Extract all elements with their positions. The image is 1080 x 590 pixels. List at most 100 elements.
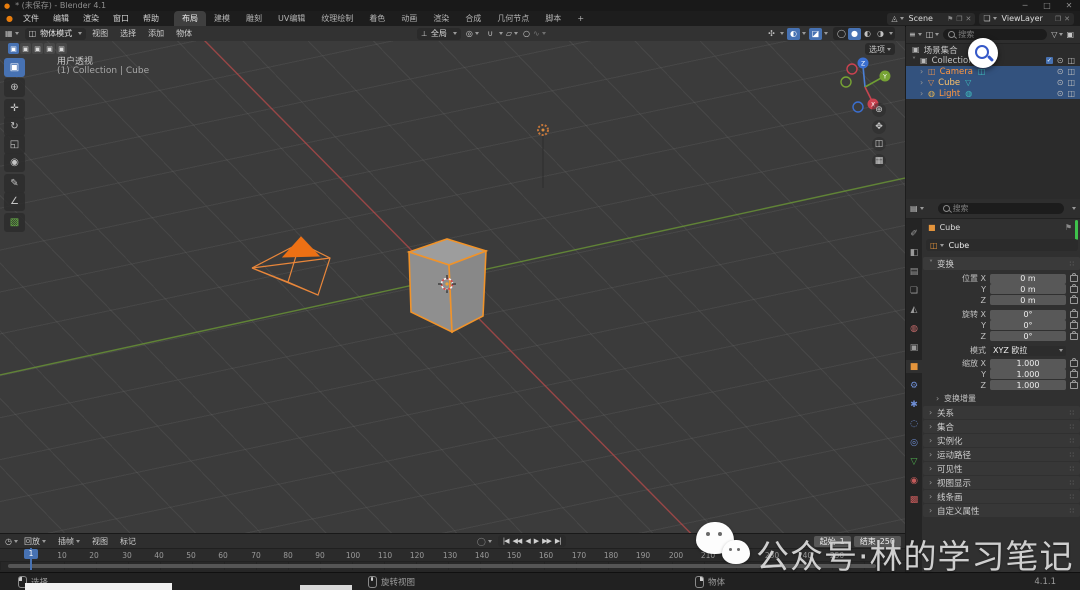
mode-selector[interactable]: ◫ 物体模式 <box>25 28 87 40</box>
tab-tool[interactable]: ✐ <box>906 227 922 240</box>
blender-menu-icon[interactable]: ● <box>6 14 13 23</box>
panel-viewport-display[interactable]: ›视图显示∷ <box>923 476 1080 489</box>
workspace-tab-layout[interactable]: 布局 <box>174 11 206 26</box>
viewport-canvas[interactable]: Z Y X ▣ ▣ ▣ ▣ ▣ 选项 用户透视 (1) Collection |… <box>0 41 905 533</box>
rotation-y-input[interactable]: 0° <box>990 320 1066 330</box>
rotation-mode-dropdown[interactable]: XYZ 欧拉 <box>990 346 1066 356</box>
tab-constraints[interactable]: ◎ <box>906 436 922 449</box>
snap-toggle[interactable]: ∪ <box>484 28 503 40</box>
camera-expand-arrow[interactable]: › <box>920 67 928 76</box>
panel-relations[interactable]: ›关系∷ <box>923 406 1080 419</box>
panel-collections[interactable]: ›集合∷ <box>923 420 1080 433</box>
workspace-tab-animation[interactable]: 动画 <box>393 11 425 26</box>
scene-pin-icon[interactable]: ⚑ <box>947 15 953 23</box>
camera-hide-eye-icon[interactable]: ⊙ <box>1057 67 1064 76</box>
location-x-input[interactable]: 0 m <box>990 274 1066 284</box>
tool-annotate[interactable]: ✎ <box>4 174 25 193</box>
tab-material[interactable]: ◉ <box>906 474 922 487</box>
jump-to-start-button[interactable]: |◀ <box>501 537 511 545</box>
timeline-ruler[interactable]: 10 20 30 40 50 60 70 80 90 100 110 120 1… <box>0 549 905 562</box>
select-mode-extend[interactable]: ▣ <box>20 43 31 54</box>
tool-measure[interactable]: ∠ <box>4 192 25 211</box>
tool-add-cube[interactable]: ▧ <box>4 213 25 232</box>
close-button[interactable]: ✕ <box>1058 1 1080 10</box>
gizmo-z-neg[interactable] <box>853 102 863 112</box>
select-mode-set[interactable]: ▣ <box>8 43 19 54</box>
outliner-search-input[interactable]: 搜索 <box>943 29 1047 40</box>
cube-expand-arrow[interactable]: › <box>920 78 928 87</box>
tab-object[interactable]: ■ <box>906 360 922 373</box>
frame-end-field[interactable]: 结束 250 <box>854 536 901 547</box>
workspace-tab-compositing[interactable]: 合成 <box>457 11 489 26</box>
cube-render-icon[interactable]: ◫ <box>1067 78 1075 87</box>
editor-type-icon[interactable]: ▦ <box>5 29 19 38</box>
viewlayer-selector[interactable]: ❏ ViewLayer ❐ ✕ <box>979 13 1074 25</box>
outliner-filter-object[interactable]: ◫ <box>926 30 940 39</box>
tool-scale[interactable]: ◱ <box>4 135 25 154</box>
current-frame-badge[interactable]: 1 <box>24 549 38 559</box>
menu-select[interactable]: 选择 <box>114 28 142 39</box>
tab-particles[interactable]: ✱ <box>906 398 922 411</box>
zoom-view-icon[interactable]: ⊕ <box>872 103 886 117</box>
menu-render[interactable]: 渲染 <box>76 11 106 26</box>
menu-window[interactable]: 窗口 <box>106 11 136 26</box>
panel-instancing[interactable]: ›实例化∷ <box>923 434 1080 447</box>
pivot-point-selector[interactable]: ◎ <box>466 29 479 38</box>
lock-icon[interactable] <box>1070 322 1078 329</box>
camera-object[interactable] <box>252 237 330 295</box>
viewlayer-delete-icon[interactable]: ✕ <box>1064 15 1070 23</box>
timeline-scrollbar[interactable] <box>8 564 876 568</box>
tool-select-box[interactable]: ▣ <box>4 58 25 77</box>
workspace-tab-shading[interactable]: 着色 <box>361 11 393 26</box>
scale-y-input[interactable]: 1.000 <box>990 369 1066 379</box>
object-name-field[interactable]: Cube <box>949 241 970 250</box>
panel-grip-icon[interactable]: ∷ <box>1070 260 1075 268</box>
menu-add[interactable]: 添加 <box>142 28 170 39</box>
tab-view-layer[interactable]: ❏ <box>906 284 922 297</box>
workspace-tab-texture-paint[interactable]: 纹理绘制 <box>313 11 361 26</box>
show-overlays-toggle[interactable]: ◐ <box>787 28 806 40</box>
menu-object[interactable]: 物体 <box>170 28 198 39</box>
cube-hide-eye-icon[interactable]: ⊙ <box>1057 78 1064 87</box>
snap-target-selector[interactable]: ▱ <box>506 29 518 38</box>
tab-output[interactable]: ▤ <box>906 265 922 278</box>
scene-delete-icon[interactable]: ✕ <box>966 15 972 23</box>
object-type-icon[interactable]: ◫ <box>930 241 938 250</box>
tab-physics[interactable]: ◌ <box>906 417 922 430</box>
tool-transform[interactable]: ◉ <box>4 153 25 172</box>
lock-icon[interactable] <box>1070 297 1078 304</box>
properties-header-menu[interactable] <box>1072 207 1076 210</box>
collection-expand-arrow[interactable]: ˅ <box>912 56 920 65</box>
tab-collection[interactable]: ▣ <box>906 341 922 354</box>
tab-render[interactable]: ◧ <box>906 246 922 259</box>
tab-texture[interactable]: ▩ <box>906 493 922 506</box>
shading-solid-button[interactable]: ● <box>848 28 861 40</box>
location-z-input[interactable]: 0 m <box>990 295 1066 305</box>
maximize-button[interactable]: □ <box>1036 1 1058 10</box>
outliner-row-camera[interactable]: › ◫ Camera ◫ ⊙ ◫ <box>906 66 1080 77</box>
workspace-tab-modeling[interactable]: 建模 <box>206 11 238 26</box>
outliner-filter-button[interactable]: ▽ <box>1051 30 1063 39</box>
timeline-menu-keying[interactable]: 插帧 <box>52 536 86 547</box>
shading-wireframe-button[interactable]: ◯ <box>835 28 848 40</box>
lock-icon[interactable] <box>1070 333 1078 340</box>
subpanel-delta-transform[interactable]: › 变换增量 <box>936 393 1080 404</box>
pin-icon[interactable]: ⚑ <box>1065 223 1072 232</box>
menu-view[interactable]: 视图 <box>86 28 114 39</box>
jump-to-end-button[interactable]: ▶| <box>553 537 563 545</box>
falloff-selector[interactable]: ∿ <box>533 29 546 38</box>
timeline-menu-playback[interactable]: 回放 <box>18 536 52 547</box>
shading-material-button[interactable]: ◐ <box>861 28 874 40</box>
shading-rendered-button[interactable]: ◑ <box>874 28 887 40</box>
tab-world[interactable]: ◍ <box>906 322 922 335</box>
xray-toggle[interactable]: ◪ <box>809 28 828 40</box>
workspace-tab-rendering[interactable]: 渲染 <box>425 11 457 26</box>
rotation-x-input[interactable]: 0° <box>990 310 1066 320</box>
tool-cursor[interactable]: ⊕ <box>4 78 25 97</box>
workspace-add-button[interactable]: + <box>569 11 592 26</box>
menu-file[interactable]: 文件 <box>16 11 46 26</box>
pan-view-icon[interactable]: ✥ <box>872 120 886 134</box>
outliner-row-cube[interactable]: › ▽ Cube ▽ ⊙ ◫ <box>906 77 1080 88</box>
camera-render-icon[interactable]: ◫ <box>1067 67 1075 76</box>
lock-icon[interactable] <box>1070 286 1078 293</box>
